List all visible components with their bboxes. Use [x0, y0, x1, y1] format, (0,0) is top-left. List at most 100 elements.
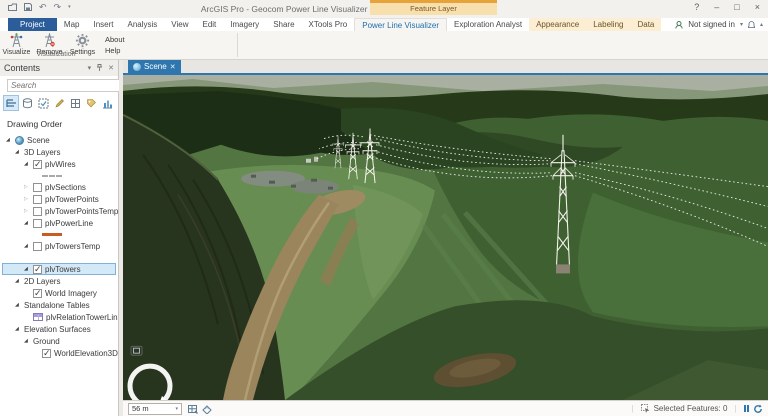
remove-tower-icon: [45, 33, 55, 48]
list-by-editing-icon[interactable]: [52, 96, 66, 110]
contents-title: Contents: [4, 63, 41, 73]
tree-item-plvtowerpoints[interactable]: ▷ plvTowerPoints: [2, 193, 116, 205]
list-by-snapping-icon[interactable]: [68, 96, 82, 110]
tree-item-plvpowerline[interactable]: ◢ plvPowerLine: [2, 217, 116, 229]
expander-icon[interactable]: ◢: [24, 161, 33, 167]
tree-item-standalone-tables[interactable]: ◢ Standalone Tables: [2, 299, 116, 311]
tab-share[interactable]: Share: [266, 18, 301, 31]
auto-hide-pin-icon[interactable]: [96, 64, 103, 72]
maximize-button[interactable]: □: [734, 2, 739, 12]
layer-visibility-checkbox[interactable]: [33, 206, 42, 216]
tab-view[interactable]: View: [164, 18, 195, 31]
layer-label: plvWires: [45, 159, 76, 169]
scene-globe-icon: [133, 62, 141, 71]
pause-drawing-icon[interactable]: [743, 405, 749, 412]
snap-toggle-icon[interactable]: [202, 404, 212, 414]
undo-icon[interactable]: ↶: [39, 3, 47, 12]
layer-visibility-checkbox[interactable]: [33, 182, 42, 192]
layer-visibility-checkbox[interactable]: [33, 241, 42, 251]
layer-label: World Imagery: [45, 288, 97, 298]
title-bar: ↶ ↷ ▾ ArcGIS Pro - Geocom Power Line Vis…: [0, 0, 768, 18]
expander-icon[interactable]: ◢: [24, 338, 33, 344]
sign-in-area[interactable]: Not signed in ▾ ▴: [675, 18, 763, 31]
layer-label: Elevation Surfaces: [24, 324, 91, 334]
tab-project[interactable]: Project: [8, 18, 57, 31]
status-separator: |: [631, 404, 634, 413]
close-panel-icon[interactable]: ✕: [108, 64, 114, 72]
list-by-drawing-order-icon[interactable]: [3, 95, 19, 111]
layer-visibility-checkbox[interactable]: [33, 218, 42, 228]
charts-icon[interactable]: [100, 96, 114, 110]
tree-item-plvrelationtowerline[interactable]: plvRelationTowerLine: [2, 311, 118, 323]
help-window-button[interactable]: ?: [694, 2, 699, 12]
list-by-labeling-icon[interactable]: [84, 96, 98, 110]
expander-icon[interactable]: ◢: [15, 302, 24, 308]
tab-appearance[interactable]: Appearance: [529, 18, 587, 31]
list-by-selection-icon[interactable]: [36, 96, 50, 110]
expander-icon[interactable]: ◢: [24, 220, 33, 226]
tree-item-plvwires[interactable]: ◢ plvWires: [2, 158, 116, 170]
layer-label: plvTowerPointsTemp: [45, 206, 118, 216]
coordinate-grid-icon[interactable]: [188, 404, 198, 414]
project-icon[interactable]: [8, 3, 17, 11]
tree-item-plvtowerpointstemp[interactable]: ▷ plvTowerPointsTemp: [2, 205, 118, 217]
close-view-icon[interactable]: ✕: [170, 63, 176, 71]
tab-edit[interactable]: Edit: [195, 18, 223, 31]
expander-icon[interactable]: ▷: [24, 184, 33, 190]
layer-visibility-checkbox[interactable]: [42, 348, 51, 359]
contextual-tab-group: Feature Layer: [370, 0, 497, 15]
layer-visibility-checkbox[interactable]: [33, 288, 42, 299]
layer-label: plvTowers: [45, 264, 81, 274]
about-link[interactable]: About: [105, 35, 125, 44]
tree-item-plvtowers[interactable]: ◢ plvTowers: [2, 263, 116, 275]
help-link[interactable]: Help: [105, 46, 125, 55]
panel-menu-caret-icon[interactable]: ▾: [88, 64, 92, 72]
collapse-ribbon-icon[interactable]: ▴: [760, 21, 763, 28]
tree-item-world-imagery[interactable]: World Imagery: [2, 287, 116, 299]
layer-visibility-checkbox[interactable]: [33, 264, 42, 275]
tree-item-scene[interactable]: ◢ Scene: [2, 134, 116, 146]
layer-visibility-checkbox[interactable]: [33, 159, 42, 170]
save-icon[interactable]: [24, 3, 32, 11]
view-status-bar: 56 m ▾ | Selected Features: 0 |: [123, 400, 768, 416]
minimize-button[interactable]: –: [714, 2, 719, 12]
expander-icon[interactable]: ◢: [6, 137, 15, 143]
tab-xtools-pro[interactable]: XTools Pro: [302, 18, 355, 31]
map-scale-dropdown[interactable]: 56 m ▾: [128, 402, 182, 415]
tab-power-line-visualizer[interactable]: Power Line Visualizer: [354, 18, 448, 31]
expander-icon[interactable]: ◢: [15, 278, 24, 284]
tab-data[interactable]: Data: [630, 18, 662, 31]
notifications-bell-icon[interactable]: [747, 20, 755, 29]
tree-item-ground[interactable]: ◢ Ground: [2, 335, 116, 347]
scene-viewport[interactable]: [123, 75, 768, 400]
close-button[interactable]: ×: [755, 2, 760, 12]
tab-exploration-analyst[interactable]: Exploration Analyst: [447, 18, 529, 31]
tab-analysis[interactable]: Analysis: [120, 18, 164, 31]
search-box[interactable]: ▾: [7, 79, 136, 92]
list-by-data-source-icon[interactable]: [20, 96, 34, 110]
tab-scene[interactable]: Scene ✕: [128, 60, 181, 73]
tree-item-plvsections[interactable]: ▷ plvSections: [2, 181, 116, 193]
expander-icon[interactable]: ◢: [15, 149, 24, 155]
tree-item-elevation-surfaces[interactable]: ◢ Elevation Surfaces: [2, 323, 116, 335]
search-input[interactable]: [11, 81, 122, 90]
expander-icon[interactable]: ◢: [24, 266, 33, 272]
tree-item-2d-layers[interactable]: ◢ 2D Layers: [2, 275, 116, 287]
tab-labeling[interactable]: Labeling: [586, 18, 631, 31]
tab-imagery[interactable]: Imagery: [223, 18, 266, 31]
expander-icon[interactable]: ◢: [24, 243, 33, 249]
viewport-overlay-icon[interactable]: [130, 345, 143, 356]
expander-icon[interactable]: ▷: [24, 196, 33, 202]
refresh-icon[interactable]: [753, 404, 763, 414]
tab-insert[interactable]: Insert: [86, 18, 120, 31]
selected-features-label[interactable]: Selected Features: 0: [654, 404, 728, 413]
tree-item-worldelevation3d-terrain3d[interactable]: WorldElevation3D/Terrain3D: [2, 347, 118, 359]
expander-icon[interactable]: ▷: [24, 208, 33, 214]
layer-visibility-checkbox[interactable]: [33, 194, 42, 204]
expander-icon[interactable]: ◢: [15, 326, 24, 332]
tree-item-plvtowerstemp[interactable]: ◢ plvTowersTemp: [2, 240, 116, 252]
terrain-layer: [123, 75, 768, 400]
tree-item-3d-layers[interactable]: ◢ 3D Layers: [2, 146, 116, 158]
scene-3d-render[interactable]: [123, 75, 768, 400]
tab-map[interactable]: Map: [57, 18, 87, 31]
